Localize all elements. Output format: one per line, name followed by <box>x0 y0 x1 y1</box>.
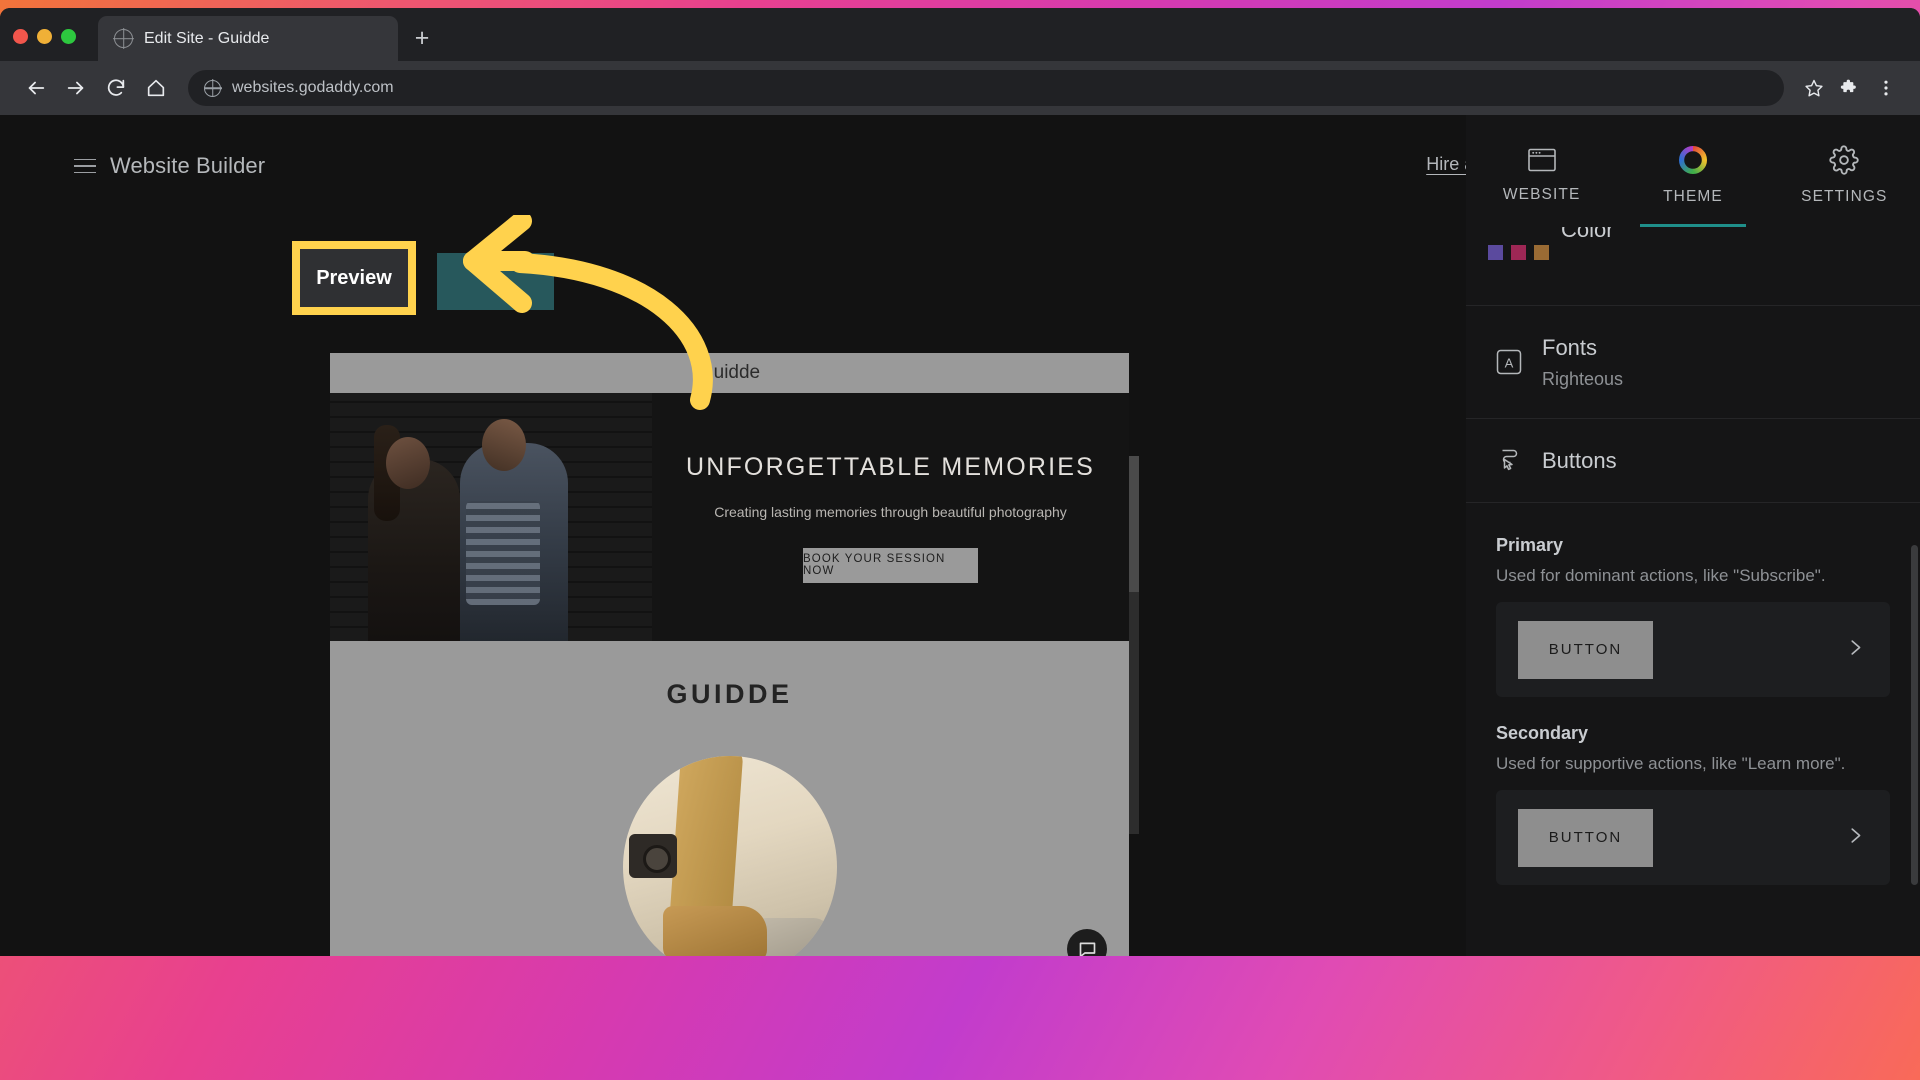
browser-tab-strip: Edit Site - Guidde + <box>0 8 1920 61</box>
globe-favicon-icon <box>114 29 133 48</box>
three-dot-menu-icon[interactable] <box>1868 70 1904 106</box>
hero-photo <box>330 393 652 641</box>
globe-site-icon <box>204 79 221 97</box>
home-icon[interactable] <box>136 68 176 108</box>
primary-button-sample[interactable]: BUTTON <box>1518 620 1653 679</box>
primary-button-sample-label: BUTTON <box>1548 641 1623 658</box>
secondary-button-section: Secondary Used for supportive actions, l… <box>1466 723 1920 885</box>
browser-tab[interactable]: Edit Site - Guidde <box>98 16 398 61</box>
hero-title: UNFORGETTABLE MEMORIES <box>685 453 1096 482</box>
preview-about-section: GUIDDE Welcome to Guidde - Your <box>330 641 1129 956</box>
main-menu-button[interactable]: Website Builder <box>74 153 265 179</box>
reload-icon[interactable] <box>96 68 136 108</box>
primary-section-description: Used for dominant actions, like "Subscri… <box>1496 566 1826 585</box>
website-builder-app: Website Builder Hire an Expert | Help Ce… <box>0 115 1920 956</box>
app-brand-title: Website Builder <box>110 153 266 178</box>
preview-scrollbar-track[interactable] <box>1129 456 1139 834</box>
hero-person-right-shirt <box>466 501 540 605</box>
annotation-teal-block <box>437 253 554 310</box>
tab-website[interactable]: WEBSITE <box>1466 115 1617 227</box>
color-wheel-icon <box>1678 145 1707 174</box>
tab-theme[interactable]: THEME <box>1617 115 1768 227</box>
primary-section-title: Primary <box>1496 535 1564 555</box>
button-cursor-icon <box>1492 443 1526 477</box>
site-preview-frame[interactable]: Guidde UNFORGETTABLE MEMORIES Creating l… <box>330 353 1129 956</box>
panel-scrollbar-thumb[interactable] <box>1911 545 1918 885</box>
browser-window-icon <box>1527 148 1556 171</box>
about-title: GUIDDE <box>666 679 793 709</box>
url-bar[interactable]: websites.godaddy.com <box>188 70 1784 106</box>
chevron-right-icon[interactable] <box>1844 636 1866 663</box>
tab-settings-label: SETTINGS <box>1801 187 1888 205</box>
hero-person-right-head <box>482 419 526 471</box>
preview-site-header: Guidde <box>330 353 1129 393</box>
secondary-button-sample[interactable]: BUTTON <box>1518 808 1653 867</box>
back-arrow-icon[interactable] <box>16 68 56 108</box>
tab-theme-label: THEME <box>1663 187 1723 205</box>
maximize-window-button[interactable] <box>61 29 76 44</box>
preview-hero-section: UNFORGETTABLE MEMORIES Creating lasting … <box>330 393 1129 641</box>
theme-fonts-value: Righteous <box>1542 368 1624 389</box>
font-a-icon: A <box>1492 345 1526 379</box>
color-swatch[interactable] <box>1511 245 1526 260</box>
tab-website-label: WEBSITE <box>1502 185 1581 203</box>
primary-button-card[interactable]: BUTTON <box>1496 602 1890 697</box>
forward-arrow-icon[interactable] <box>56 68 96 108</box>
theme-fonts-row[interactable]: A Fonts Righteous <box>1466 305 1920 418</box>
new-tab-button[interactable]: + <box>408 25 436 53</box>
theme-buttons-title: Buttons <box>1542 447 1617 473</box>
preview-button[interactable]: Preview <box>292 241 416 315</box>
chevron-right-icon[interactable] <box>1844 824 1866 851</box>
puzzle-piece-icon[interactable] <box>1832 70 1868 106</box>
url-text: websites.godaddy.com <box>232 79 394 96</box>
theme-buttons-row[interactable]: Buttons <box>1466 417 1920 503</box>
hero-cta-label: BOOK YOUR SESSION NOW <box>803 553 946 578</box>
color-swatch[interactable] <box>1534 245 1549 260</box>
secondary-section-description: Used for supportive actions, like "Learn… <box>1496 754 1846 773</box>
about-photo <box>622 756 837 956</box>
secondary-section-title: Secondary <box>1496 723 1589 743</box>
browser-tab-title: Edit Site - Guidde <box>144 29 270 47</box>
hero-text-block: UNFORGETTABLE MEMORIES Creating lasting … <box>652 393 1129 641</box>
primary-button-section: Primary Used for dominant actions, like … <box>1466 502 1920 697</box>
svg-text:A: A <box>1505 355 1514 370</box>
editor-canvas: Guidde UNFORGETTABLE MEMORIES Creating l… <box>0 213 1466 956</box>
theme-color-row[interactable]: Color <box>1466 227 1920 305</box>
hero-cta-button[interactable]: BOOK YOUR SESSION NOW <box>803 547 978 583</box>
about-photo-shoe <box>662 906 767 956</box>
about-photo-camera <box>628 834 677 878</box>
hero-subtitle: Creating lasting memories through beauti… <box>714 504 1067 521</box>
preview-site-name: Guidde <box>698 362 761 383</box>
hero-person-left-head <box>386 437 430 489</box>
secondary-button-card[interactable]: BUTTON <box>1496 790 1890 885</box>
panel-tab-bar: WEBSITE THEME SETTINGS <box>1466 115 1920 227</box>
secondary-button-sample-label: BUTTON <box>1548 829 1623 846</box>
preview-scrollbar-thumb[interactable] <box>1129 456 1139 592</box>
theme-color-title: Color <box>1561 227 1614 242</box>
preview-button-label: Preview <box>316 266 392 289</box>
minimize-window-button[interactable] <box>37 29 52 44</box>
window-traffic-lights <box>13 29 76 44</box>
browser-window: Edit Site - Guidde + websites.godaddy.co… <box>0 8 1920 956</box>
browser-address-bar-row: websites.godaddy.com <box>0 61 1920 115</box>
color-swatch[interactable] <box>1488 245 1503 260</box>
close-window-button[interactable] <box>13 29 28 44</box>
gear-icon <box>1829 144 1859 175</box>
star-icon[interactable] <box>1796 70 1832 106</box>
theme-side-panel: WEBSITE THEME SETTINGS Color A Fonts Rig… <box>1466 115 1920 956</box>
tab-settings[interactable]: SETTINGS <box>1769 115 1920 227</box>
hamburger-icon <box>74 158 96 174</box>
theme-color-swatches <box>1488 245 1549 260</box>
theme-fonts-title: Fonts <box>1542 335 1598 360</box>
